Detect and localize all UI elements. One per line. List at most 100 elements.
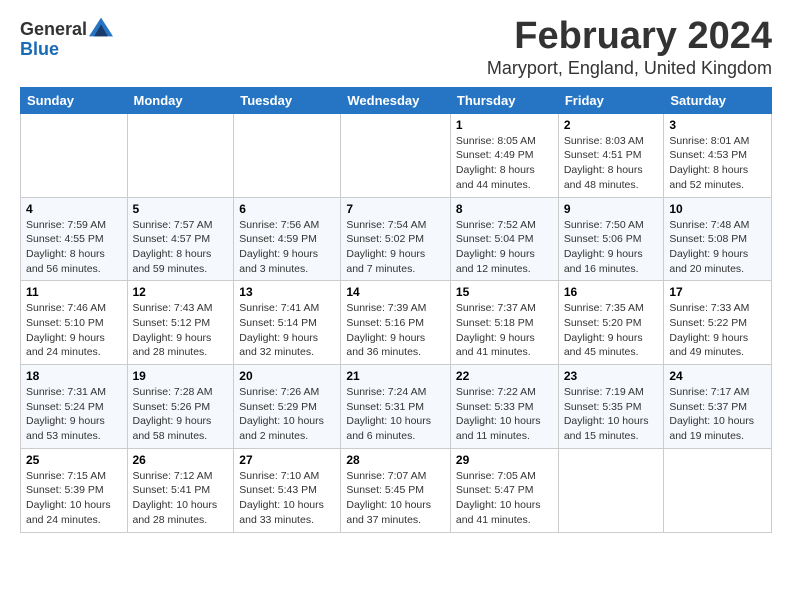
day-cell: 18 Sunrise: 7:31 AM Sunset: 5:24 PM Dayli…: [21, 365, 128, 449]
day-cell: 19 Sunrise: 7:28 AM Sunset: 5:26 PM Dayli…: [127, 365, 234, 449]
day-number: 17: [669, 285, 766, 299]
day-info: Sunrise: 7:46 AM Sunset: 5:10 PM Dayligh…: [26, 301, 122, 360]
day-info: Sunrise: 7:31 AM Sunset: 5:24 PM Dayligh…: [26, 385, 122, 444]
day-cell: 7 Sunrise: 7:54 AM Sunset: 5:02 PM Daylig…: [341, 197, 451, 281]
day-number: 27: [239, 453, 335, 467]
day-number: 10: [669, 202, 766, 216]
title-block: February 2024 Maryport, England, United …: [487, 16, 772, 79]
day-number: 5: [133, 202, 229, 216]
day-info: Sunrise: 7:24 AM Sunset: 5:31 PM Dayligh…: [346, 385, 445, 444]
col-saturday: Saturday: [664, 87, 772, 113]
logo: General Blue: [20, 20, 113, 60]
logo-general: General: [20, 20, 87, 40]
day-cell: 27 Sunrise: 7:10 AM Sunset: 5:43 PM Dayli…: [234, 448, 341, 532]
page-header: General Blue February 2024 Maryport, Eng…: [20, 16, 772, 79]
col-tuesday: Tuesday: [234, 87, 341, 113]
day-info: Sunrise: 8:03 AM Sunset: 4:51 PM Dayligh…: [564, 134, 659, 193]
day-number: 28: [346, 453, 445, 467]
day-cell: 26Sunrise: 7:12 AM Sunset: 5:41 PM Dayli…: [127, 448, 234, 532]
day-number: 1: [456, 118, 553, 132]
day-info: Sunrise: 7:05 AM Sunset: 5:47 PM Dayligh…: [456, 469, 553, 528]
day-number: 19: [133, 369, 229, 383]
week-row-4: 18 Sunrise: 7:31 AM Sunset: 5:24 PM Dayli…: [21, 365, 772, 449]
col-monday: Monday: [127, 87, 234, 113]
day-cell: [21, 113, 128, 197]
day-number: 6: [239, 202, 335, 216]
day-number: 22: [456, 369, 553, 383]
day-info: Sunrise: 7:10 AM Sunset: 5:43 PM Dayligh…: [239, 469, 335, 528]
day-number: 7: [346, 202, 445, 216]
day-info: Sunrise: 7:43 AM Sunset: 5:12 PM Dayligh…: [133, 301, 229, 360]
day-info: Sunrise: 7:17 AM Sunset: 5:37 PM Dayligh…: [669, 385, 766, 444]
calendar-title: February 2024: [487, 16, 772, 58]
day-info: Sunrise: 7:57 AM Sunset: 4:57 PM Dayligh…: [133, 218, 229, 277]
day-cell: 10 Sunrise: 7:48 AM Sunset: 5:08 PM Dayli…: [664, 197, 772, 281]
day-number: 8: [456, 202, 553, 216]
day-info: Sunrise: 7:39 AM Sunset: 5:16 PM Dayligh…: [346, 301, 445, 360]
header-row: Sunday Monday Tuesday Wednesday Thursday…: [21, 87, 772, 113]
day-cell: 20 Sunrise: 7:26 AM Sunset: 5:29 PM Dayli…: [234, 365, 341, 449]
col-wednesday: Wednesday: [341, 87, 451, 113]
day-cell: [664, 448, 772, 532]
day-info: Sunrise: 7:07 AM Sunset: 5:45 PM Dayligh…: [346, 469, 445, 528]
week-row-3: 11 Sunrise: 7:46 AM Sunset: 5:10 PM Dayli…: [21, 281, 772, 365]
calendar-table: Sunday Monday Tuesday Wednesday Thursday…: [20, 87, 772, 533]
day-cell: 15 Sunrise: 7:37 AM Sunset: 5:18 PM Dayli…: [450, 281, 558, 365]
day-info: Sunrise: 7:35 AM Sunset: 5:20 PM Dayligh…: [564, 301, 659, 360]
day-cell: 3Sunrise: 8:01 AM Sunset: 4:53 PM Daylig…: [664, 113, 772, 197]
day-cell: 21 Sunrise: 7:24 AM Sunset: 5:31 PM Dayli…: [341, 365, 451, 449]
day-info: Sunrise: 7:37 AM Sunset: 5:18 PM Dayligh…: [456, 301, 553, 360]
day-cell: 6 Sunrise: 7:56 AM Sunset: 4:59 PM Daylig…: [234, 197, 341, 281]
day-cell: 1 Sunrise: 8:05 AM Sunset: 4:49 PM Daylig…: [450, 113, 558, 197]
day-cell: 17 Sunrise: 7:33 AM Sunset: 5:22 PM Dayli…: [664, 281, 772, 365]
day-number: 16: [564, 285, 659, 299]
col-friday: Friday: [558, 87, 664, 113]
day-info: Sunrise: 7:50 AM Sunset: 5:06 PM Dayligh…: [564, 218, 659, 277]
day-cell: 5 Sunrise: 7:57 AM Sunset: 4:57 PM Daylig…: [127, 197, 234, 281]
day-info: Sunrise: 7:22 AM Sunset: 5:33 PM Dayligh…: [456, 385, 553, 444]
day-number: 11: [26, 285, 122, 299]
day-cell: 29 Sunrise: 7:05 AM Sunset: 5:47 PM Dayli…: [450, 448, 558, 532]
day-cell: 13Sunrise: 7:41 AM Sunset: 5:14 PM Dayli…: [234, 281, 341, 365]
calendar-subtitle: Maryport, England, United Kingdom: [487, 58, 772, 79]
day-cell: 8 Sunrise: 7:52 AM Sunset: 5:04 PM Daylig…: [450, 197, 558, 281]
logo-blue: Blue: [20, 39, 59, 59]
day-cell: 16 Sunrise: 7:35 AM Sunset: 5:20 PM Dayli…: [558, 281, 664, 365]
col-sunday: Sunday: [21, 87, 128, 113]
day-number: 4: [26, 202, 122, 216]
day-info: Sunrise: 7:26 AM Sunset: 5:29 PM Dayligh…: [239, 385, 335, 444]
day-number: 24: [669, 369, 766, 383]
week-row-1: 1 Sunrise: 8:05 AM Sunset: 4:49 PM Daylig…: [21, 113, 772, 197]
day-cell: 2 Sunrise: 8:03 AM Sunset: 4:51 PM Daylig…: [558, 113, 664, 197]
day-number: 3: [669, 118, 766, 132]
day-info: Sunrise: 7:52 AM Sunset: 5:04 PM Dayligh…: [456, 218, 553, 277]
day-info: Sunrise: 7:12 AM Sunset: 5:41 PM Dayligh…: [133, 469, 229, 528]
day-info: Sunrise: 7:48 AM Sunset: 5:08 PM Dayligh…: [669, 218, 766, 277]
week-row-2: 4Sunrise: 7:59 AM Sunset: 4:55 PM Daylig…: [21, 197, 772, 281]
day-number: 21: [346, 369, 445, 383]
day-cell: [234, 113, 341, 197]
day-info: Sunrise: 7:54 AM Sunset: 5:02 PM Dayligh…: [346, 218, 445, 277]
day-number: 23: [564, 369, 659, 383]
day-number: 29: [456, 453, 553, 467]
day-number: 15: [456, 285, 553, 299]
day-number: 25: [26, 453, 122, 467]
day-number: 20: [239, 369, 335, 383]
day-cell: 23 Sunrise: 7:19 AM Sunset: 5:35 PM Dayli…: [558, 365, 664, 449]
day-info: Sunrise: 7:56 AM Sunset: 4:59 PM Dayligh…: [239, 218, 335, 277]
day-cell: [341, 113, 451, 197]
day-number: 14: [346, 285, 445, 299]
day-info: Sunrise: 7:19 AM Sunset: 5:35 PM Dayligh…: [564, 385, 659, 444]
day-cell: 24 Sunrise: 7:17 AM Sunset: 5:37 PM Dayli…: [664, 365, 772, 449]
day-cell: 11 Sunrise: 7:46 AM Sunset: 5:10 PM Dayli…: [21, 281, 128, 365]
day-cell: [558, 448, 664, 532]
day-cell: 12Sunrise: 7:43 AM Sunset: 5:12 PM Dayli…: [127, 281, 234, 365]
day-cell: 28 Sunrise: 7:07 AM Sunset: 5:45 PM Dayli…: [341, 448, 451, 532]
day-info: Sunrise: 7:28 AM Sunset: 5:26 PM Dayligh…: [133, 385, 229, 444]
day-info: Sunrise: 7:41 AM Sunset: 5:14 PM Dayligh…: [239, 301, 335, 360]
day-info: Sunrise: 7:33 AM Sunset: 5:22 PM Dayligh…: [669, 301, 766, 360]
day-info: Sunrise: 8:05 AM Sunset: 4:49 PM Dayligh…: [456, 134, 553, 193]
day-info: Sunrise: 7:15 AM Sunset: 5:39 PM Dayligh…: [26, 469, 122, 528]
day-number: 18: [26, 369, 122, 383]
day-number: 2: [564, 118, 659, 132]
